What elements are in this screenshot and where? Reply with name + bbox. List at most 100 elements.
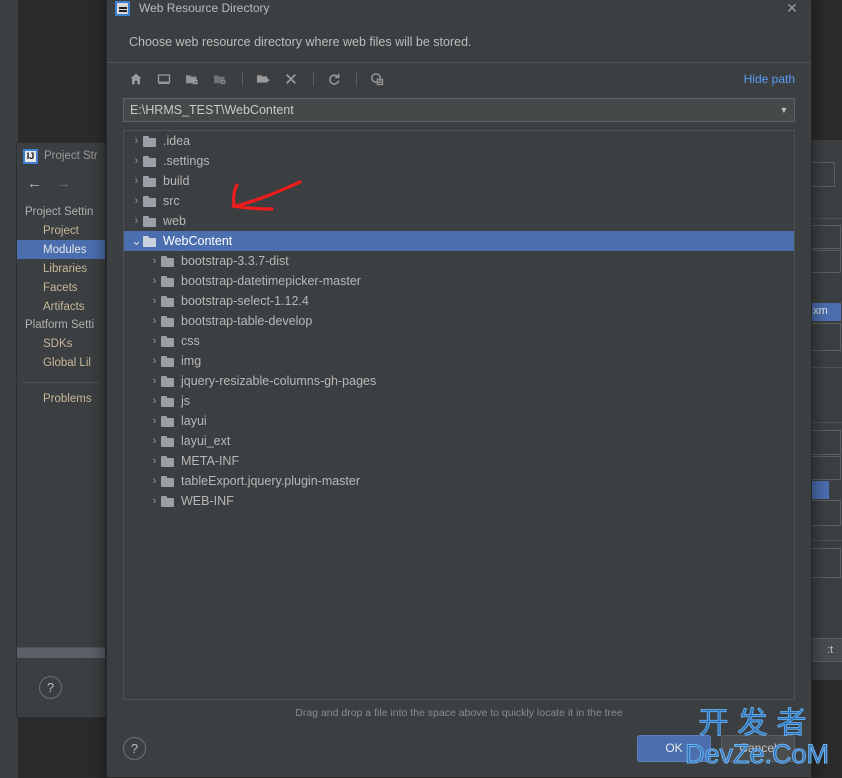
tree-row[interactable]: › css bbox=[124, 331, 794, 351]
sidebar-item-problems[interactable]: Problems bbox=[17, 389, 105, 408]
chevron-right-icon[interactable]: › bbox=[148, 455, 161, 467]
sidebar-item-libraries[interactable]: Libraries bbox=[17, 259, 105, 278]
folder-icon bbox=[161, 415, 175, 427]
sidebar-item-global-libraries[interactable]: Global Lil bbox=[17, 353, 105, 372]
chevron-right-icon[interactable]: › bbox=[130, 195, 143, 207]
chevron-right-icon[interactable]: › bbox=[130, 215, 143, 227]
sidebar-item-project[interactable]: Project bbox=[17, 221, 105, 240]
hide-path-link[interactable]: Hide path bbox=[744, 72, 795, 86]
folder-icon bbox=[161, 435, 175, 447]
path-row: E:\HRMS_TEST\WebContent ▼ bbox=[107, 94, 811, 130]
chevron-right-icon[interactable]: › bbox=[148, 255, 161, 267]
path-value: E:\HRMS_TEST\WebContent bbox=[130, 103, 294, 117]
forward-arrow-icon[interactable]: → bbox=[56, 176, 71, 191]
tree-row[interactable]: › .idea bbox=[124, 131, 794, 151]
tree-row[interactable]: › src bbox=[124, 191, 794, 211]
help-button[interactable]: ? bbox=[123, 736, 146, 760]
chevron-right-icon[interactable]: › bbox=[148, 435, 161, 447]
help-button[interactable]: ? bbox=[39, 676, 62, 699]
chevron-right-icon[interactable]: › bbox=[148, 415, 161, 427]
refresh-icon[interactable] bbox=[321, 67, 347, 91]
new-folder-icon[interactable] bbox=[250, 67, 276, 91]
chevron-right-icon[interactable]: › bbox=[148, 355, 161, 367]
toolbar-separator-3 bbox=[356, 71, 357, 86]
folder-icon bbox=[161, 395, 175, 407]
tree-row[interactable]: ⌄ WebContent bbox=[124, 231, 794, 251]
delete-icon[interactable] bbox=[278, 67, 304, 91]
tree-row-label: WEB-INF bbox=[181, 494, 234, 508]
module-folder-icon[interactable] bbox=[207, 67, 233, 91]
dialog-title: Web Resource Directory bbox=[139, 1, 270, 15]
tree-row-label: META-INF bbox=[181, 454, 240, 468]
bg-field-2 bbox=[807, 225, 841, 249]
home-icon[interactable] bbox=[123, 67, 149, 91]
chevron-right-icon[interactable]: › bbox=[148, 375, 161, 387]
tree-row-label: build bbox=[163, 174, 190, 188]
tree-row[interactable]: › js bbox=[124, 391, 794, 411]
bg-field-5 bbox=[807, 430, 841, 455]
chevron-right-icon[interactable]: › bbox=[148, 335, 161, 347]
tree-row-label: web bbox=[163, 214, 186, 228]
back-arrow-icon[interactable]: ← bbox=[27, 176, 42, 191]
chevron-right-icon[interactable]: › bbox=[148, 275, 161, 287]
tree-row[interactable]: › bootstrap-3.3.7-dist bbox=[124, 251, 794, 271]
chevron-right-icon[interactable]: › bbox=[130, 155, 143, 167]
show-hidden-icon[interactable] bbox=[364, 67, 390, 91]
folder-icon bbox=[161, 355, 175, 367]
tree-row[interactable]: › WEB-INF bbox=[124, 491, 794, 511]
tree-row[interactable]: › META-INF bbox=[124, 451, 794, 471]
settings-group-label: Project Settin bbox=[25, 206, 94, 218]
bg-button[interactable]: :t bbox=[807, 638, 842, 662]
folder-icon bbox=[161, 315, 175, 327]
sidebar-item-modules[interactable]: Modules bbox=[17, 240, 105, 259]
sidebar-item-sdks[interactable]: SDKs bbox=[17, 334, 105, 353]
tree-row[interactable]: › layui bbox=[124, 411, 794, 431]
tree-row[interactable]: › bootstrap-table-develop bbox=[124, 311, 794, 331]
footer-band bbox=[17, 648, 105, 658]
close-icon[interactable]: ✕ bbox=[779, 0, 805, 20]
tree-row-label: jquery-resizable-columns-gh-pages bbox=[181, 374, 377, 388]
chevron-right-icon[interactable]: › bbox=[148, 295, 161, 307]
tree-row[interactable]: › bootstrap-select-1.12.4 bbox=[124, 291, 794, 311]
tree-row[interactable]: › tableExport.jquery.plugin-master bbox=[124, 471, 794, 491]
sidebar-item-facets[interactable]: Facets bbox=[17, 278, 105, 297]
ok-button[interactable]: OK bbox=[637, 734, 711, 762]
chevron-right-icon[interactable]: › bbox=[148, 495, 161, 507]
dialog-footer: ? OK Cancel bbox=[107, 719, 811, 777]
chevron-right-icon[interactable]: › bbox=[130, 135, 143, 147]
tree-row[interactable]: › jquery-resizable-columns-gh-pages bbox=[124, 371, 794, 391]
folder-icon bbox=[143, 195, 157, 207]
chevron-right-icon[interactable]: › bbox=[148, 315, 161, 327]
tree-row[interactable]: › img bbox=[124, 351, 794, 371]
chevron-right-icon[interactable]: › bbox=[130, 175, 143, 187]
tree-row-label: .idea bbox=[163, 134, 191, 148]
tree-row-label: WebContent bbox=[163, 234, 233, 248]
tree-row-label: css bbox=[181, 334, 200, 348]
path-input[interactable]: E:\HRMS_TEST\WebContent ▼ bbox=[123, 98, 795, 122]
tree-row[interactable]: › build bbox=[124, 171, 794, 191]
screen: IJ Project Str ← → Project Settin Projec… bbox=[0, 0, 842, 778]
folder-icon bbox=[143, 235, 157, 247]
tree-row-label: bootstrap-table-develop bbox=[181, 314, 313, 328]
folder-icon bbox=[161, 475, 175, 487]
chevron-right-icon[interactable]: › bbox=[148, 475, 161, 487]
project-folder-icon[interactable] bbox=[179, 67, 205, 91]
chevron-down-icon[interactable]: ▼ bbox=[774, 99, 794, 121]
tree-row[interactable]: › bootstrap-datetimepicker-master bbox=[124, 271, 794, 291]
bg-field-3 bbox=[807, 250, 841, 273]
tree-row-label: layui bbox=[181, 414, 207, 428]
directory-tree[interactable]: › .idea › .settings › build › src › web ⌄ WebConten… bbox=[123, 130, 795, 700]
tree-row-label: bootstrap-datetimepicker-master bbox=[181, 274, 361, 288]
folder-icon bbox=[143, 175, 157, 187]
tree-row[interactable]: › web bbox=[124, 211, 794, 231]
chevron-down-icon[interactable]: ⌄ bbox=[130, 234, 143, 247]
tree-row[interactable]: › .settings bbox=[124, 151, 794, 171]
sidebar-item-artifacts[interactable]: Artifacts bbox=[17, 297, 105, 316]
cancel-button[interactable]: Cancel bbox=[721, 734, 795, 762]
dialog-toolbar: Hide path bbox=[107, 63, 811, 94]
tree-row-label: js bbox=[181, 394, 191, 408]
tree-row[interactable]: › layui_ext bbox=[124, 431, 794, 451]
desktop-icon[interactable] bbox=[151, 67, 177, 91]
chevron-right-icon[interactable]: › bbox=[148, 395, 161, 407]
bg-field-8 bbox=[807, 548, 841, 578]
